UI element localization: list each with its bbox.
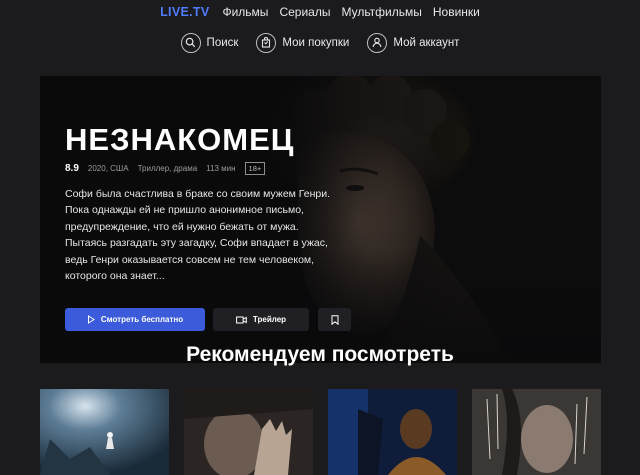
description-line: Пока однажды ей не пришло анонимное пись…	[65, 204, 304, 217]
watch-free-label: Смотреть бесплатно	[100, 315, 184, 324]
account-label: Мой аккаунт	[393, 36, 460, 49]
movie-rating: 8.9	[65, 163, 79, 174]
description-line: Пытаясь разгадать эту загадку, Софи впад…	[65, 237, 328, 250]
search-button[interactable]: Поиск	[180, 32, 239, 53]
user-actions: Поиск Мои покупки Мой аккаунт	[0, 32, 640, 53]
search-icon	[180, 32, 201, 53]
description-line: ведь Генри оказывается совсем не тем чел…	[65, 253, 315, 266]
nav-link-new[interactable]: Новинки	[433, 5, 480, 19]
top-navigation: LIVE.TV Фильмы Сериалы Мультфильмы Новин…	[0, 3, 640, 20]
movie-thumbnail[interactable]	[328, 389, 457, 475]
age-rating-badge: 18+	[244, 162, 266, 175]
hero-banner: НЕЗНАКОМЕЦ 8.9 2020, США Триллер, драма …	[40, 76, 601, 363]
site-logo[interactable]: LIVE.TV	[160, 5, 209, 19]
movie-genres: Триллер, драма	[137, 164, 198, 173]
movie-thumbnail[interactable]	[40, 389, 169, 475]
movie-duration: 113 мин	[206, 164, 236, 173]
bookmark-icon	[331, 314, 338, 325]
description-line: которого она знает...	[65, 270, 165, 283]
description-line: Софи была счастлива в браке со своим муж…	[65, 188, 331, 200]
purchases-button[interactable]: Мои покупки	[256, 32, 349, 53]
search-label: Поиск	[206, 36, 239, 49]
recommended-section-title: Рекомендуем посмотреть	[186, 343, 454, 366]
nav-link-cartoons[interactable]: Мультфильмы	[341, 5, 421, 19]
play-icon	[87, 315, 95, 324]
nav-link-films[interactable]: Фильмы	[222, 5, 268, 19]
page: LIVE.TV Фильмы Сериалы Мультфильмы Новин…	[0, 0, 640, 475]
movie-description: Софи была счастлива в браке со своим муж…	[65, 186, 340, 284]
account-button[interactable]: Мой аккаунт	[367, 32, 459, 53]
description-line: предупреждение, что ей нужно бежать от м…	[65, 220, 299, 233]
trailer-label: Трейлер	[252, 315, 287, 324]
movie-thumbnail[interactable]	[472, 389, 601, 475]
trailer-button[interactable]: Трейлер	[213, 308, 309, 331]
nav-link-series[interactable]: Сериалы	[279, 5, 330, 19]
movie-year-country: 2020, США	[87, 164, 129, 173]
bag-icon	[256, 32, 277, 53]
movie-meta: 8.9 2020, США Триллер, драма 113 мин 18+	[65, 162, 266, 175]
bookmark-button[interactable]	[318, 308, 351, 331]
movie-thumbnail[interactable]	[184, 389, 313, 475]
watch-free-button[interactable]: Смотреть бесплатно	[65, 308, 205, 331]
user-icon	[367, 32, 388, 53]
video-camera-icon	[236, 316, 247, 323]
purchases-label: Мои покупки	[282, 36, 350, 49]
movie-title: НЕЗНАКОМЕЦ	[65, 122, 295, 157]
recommended-list	[40, 389, 601, 475]
